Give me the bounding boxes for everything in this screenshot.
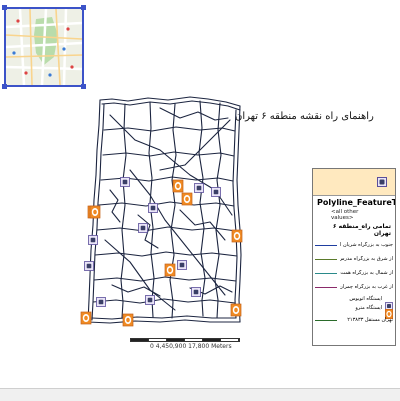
legend-road-item: از غرب به بزرگراه چمران [315,281,393,293]
legend-road-item: جنوب به بزرگراه شریان انقلاب [315,239,393,251]
legend-field-name: Polyline_FeatureToL [317,198,396,207]
legend-road-label: نهران مستقل ۲۱۳۸۳۳ [347,317,393,323]
bus-stop-marker [177,260,187,270]
legend-road-label: از شرق به بزرگراه مدرس [340,256,393,262]
legend-line-swatch [315,272,337,274]
bus-stop-icon [377,172,387,191]
legend-line-swatch [315,286,337,288]
metro-station-marker [230,303,242,317]
legend-road-label: از شمال به بزرگراه همت [340,270,393,276]
legend-line-swatch [315,258,337,260]
legend-header [313,169,395,196]
bus-stop-marker [138,223,148,233]
legend-road-item: نهران مستقل ۲۱۳۸۳۳ [315,314,393,326]
bus-stop-marker [120,177,130,187]
legend-road-group: تمامی راه_منطقه ۶ تهران [332,223,391,237]
metro-station-marker [80,311,92,325]
legend-panel[interactable]: Polyline_FeatureToL <all other values> ت… [312,168,396,346]
metro-icon [385,304,394,319]
status-bar [0,388,400,401]
legend-bus-stop-label: ایستگاه اتوبوس [349,296,382,302]
bus-stop-marker [84,261,94,271]
scale-label: 0 4,450,900 17,800 Meters [150,343,232,350]
legend-bus-stop: ایستگاه اتوبوس [315,295,393,310]
legend-metro: ایستگاه مترو [315,304,394,319]
metro-station-marker [181,192,193,206]
metro-station-marker [89,205,101,219]
legend-other-values: <all other values> [331,209,359,221]
scale-bar [130,338,240,342]
bus-stop-marker [96,297,106,307]
bus-stop-marker [211,187,221,197]
layout-canvas: راهنمای راه نقشه منطقه ۶ تهران 0 4,450,9… [0,0,400,401]
bus-stop-icon [385,295,393,310]
metro-station-marker [172,179,184,193]
bus-stop-marker [194,183,204,193]
legend-road-item: از شرق به بزرگراه مدرس [315,253,393,265]
metro-station-marker [122,313,134,327]
bus-stop-marker [191,287,201,297]
bus-stop-marker [145,295,155,305]
legend-metro-label: ایستگاه مترو [355,305,382,311]
legend-road-label: از غرب به بزرگراه چمران [340,284,393,290]
legend-line-swatch [315,244,337,246]
legend-road-item: از شمال به بزرگراه همت [315,267,393,279]
bus-stop-marker [88,235,98,245]
legend-road-label: جنوب به بزرگراه شریان انقلاب [340,242,393,248]
bus-stop-marker [148,203,158,213]
metro-station-marker [164,263,176,277]
legend-line-swatch [315,319,337,321]
metro-station-marker [231,229,243,243]
